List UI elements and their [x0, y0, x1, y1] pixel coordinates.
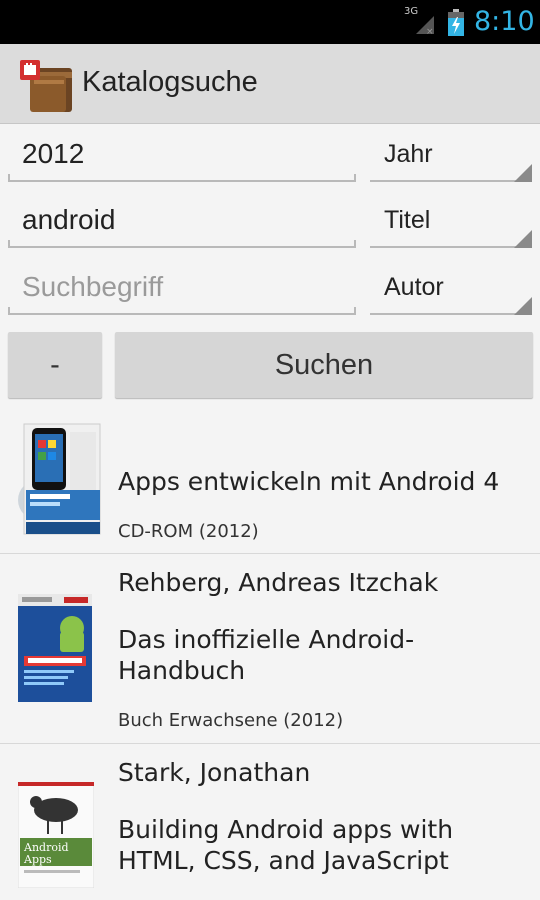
search-button[interactable]: Suchen [115, 332, 533, 398]
network-signal-icon: 3G × [404, 6, 436, 36]
result-title: Building Android apps with HTML, CSS, an… [118, 815, 454, 875]
field-type-spinner-author[interactable]: Autor [370, 267, 532, 317]
library-books-icon[interactable] [20, 58, 76, 114]
remove-field-button[interactable]: - [8, 332, 102, 398]
input-underline [8, 307, 356, 315]
result-author: Rehberg, Andreas Itzchak [118, 568, 439, 597]
search-term-input[interactable]: Suchbegriff [8, 267, 356, 317]
battery-charging-icon [448, 9, 464, 36]
spinner-underline [370, 246, 532, 248]
action-bar: Katalogsuche [0, 44, 540, 124]
book-cover-android-handbuch-icon [18, 594, 92, 702]
result-item[interactable]: Android Apps Stark, Jonathan Building An… [0, 744, 540, 900]
year-input-value: 2012 [22, 138, 85, 169]
spinner-underline [370, 313, 532, 315]
title-input-value: android [22, 204, 116, 235]
spinner-label: Jahr [384, 140, 433, 168]
input-underline [8, 174, 356, 182]
result-item[interactable]: Apps entwickeln mit Android 4 CD-ROM (20… [0, 410, 540, 554]
book-cover-cd-icon [18, 420, 104, 540]
status-bar: 3G × 8:10 [0, 0, 540, 44]
spinner-label: Autor [384, 273, 444, 301]
field-type-spinner-year[interactable]: Jahr [370, 134, 532, 184]
spinner-underline [370, 180, 532, 182]
input-underline [8, 240, 356, 248]
result-title: Apps entwickeln mit Android 4 [118, 467, 500, 496]
page-title: Katalogsuche [82, 66, 258, 98]
spinner-label: Titel [384, 206, 431, 234]
result-meta: CD-ROM (2012) [118, 521, 259, 542]
svg-text:×: × [426, 27, 434, 36]
field-type-spinner-title[interactable]: Titel [370, 200, 532, 250]
result-item[interactable]: Rehberg, Andreas Itzchak Das inoffiziell… [0, 554, 540, 744]
dropdown-triangle-icon [514, 230, 532, 248]
result-author: Stark, Jonathan [118, 758, 311, 787]
title-input[interactable]: android [8, 200, 356, 250]
dropdown-triangle-icon [514, 297, 532, 315]
svg-text:Apps: Apps [23, 853, 52, 866]
year-input[interactable]: 2012 [8, 134, 356, 184]
clock: 8:10 [474, 6, 535, 37]
result-title: Das inoffizielle Android-Handbuch [118, 625, 415, 685]
result-meta: Buch Erwachsene (2012) [118, 710, 344, 731]
book-cover-oreilly-icon: Android Apps [17, 781, 95, 889]
search-term-placeholder: Suchbegriff [22, 271, 164, 302]
dropdown-triangle-icon [514, 164, 532, 182]
